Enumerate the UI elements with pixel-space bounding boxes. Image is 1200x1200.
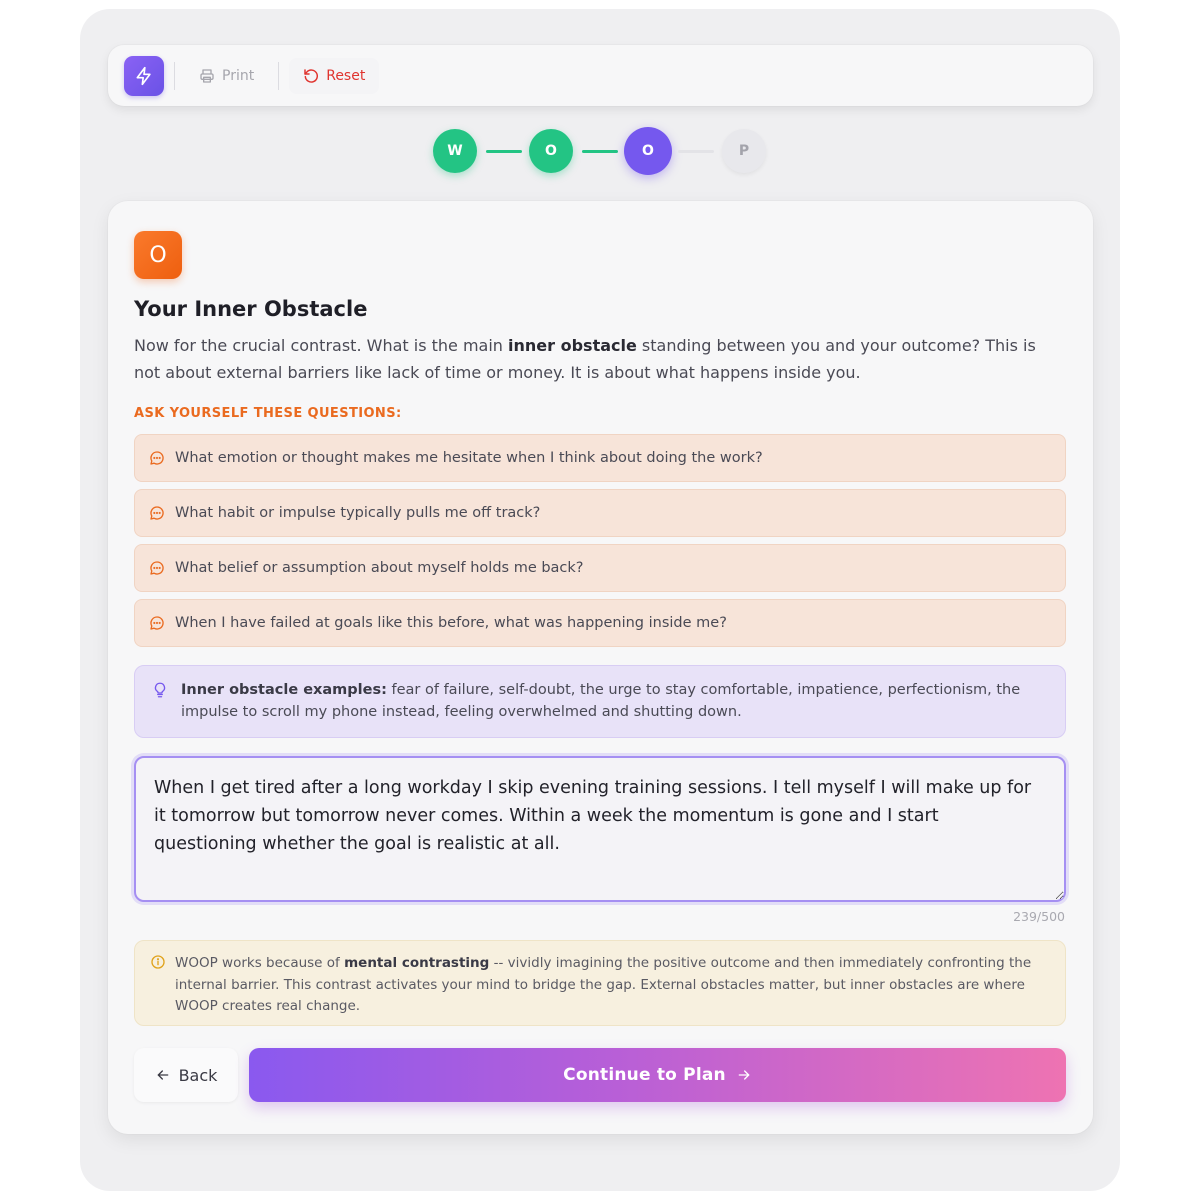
info-box: WOOP works because of mental contrasting… — [134, 940, 1066, 1026]
toolbar-divider — [278, 61, 280, 90]
obstacle-textarea[interactable]: When I get tired after a long workday I … — [134, 756, 1066, 902]
message-bubble-icon — [150, 451, 164, 465]
progress-stepper: W O O P — [0, 127, 1200, 175]
step-outcome[interactable]: O — [529, 129, 573, 173]
step-connector — [678, 150, 714, 153]
page-title: Your Inner Obstacle — [134, 297, 368, 321]
obstacle-card: O Your Inner Obstacle Now for the crucia… — [108, 201, 1093, 1134]
question-item: What emotion or thought makes me hesitat… — [134, 434, 1066, 482]
question-item: What belief or assumption about myself h… — [134, 544, 1066, 592]
rotate-ccw-icon — [304, 68, 319, 83]
toolbar: Print Reset — [108, 45, 1093, 106]
step-wish[interactable]: W — [433, 129, 477, 173]
examples-box: Inner obstacle examples: fear of failure… — [134, 665, 1066, 738]
continue-button[interactable]: Continue to Plan — [249, 1048, 1066, 1102]
message-bubble-icon — [150, 506, 164, 520]
lightning-icon — [136, 66, 151, 85]
brand-button[interactable] — [124, 55, 164, 96]
arrow-left-icon — [157, 1070, 168, 1080]
character-counter: 239/500 — [1013, 909, 1065, 924]
message-bubble-icon — [150, 561, 164, 575]
back-button[interactable]: Back — [134, 1048, 238, 1102]
print-label: Print — [222, 67, 255, 84]
print-button[interactable]: Print — [185, 58, 268, 94]
question-item: What habit or impulse typically pulls me… — [134, 489, 1066, 537]
lightbulb-icon — [154, 682, 166, 698]
questions-heading: ASK YOURSELF THESE QUESTIONS: — [134, 406, 402, 421]
toolbar-divider — [174, 61, 175, 90]
step-connector — [486, 150, 522, 153]
printer-icon — [200, 68, 214, 83]
reset-label: Reset — [326, 67, 366, 84]
message-bubble-icon — [150, 616, 164, 630]
intro-text: Now for the crucial contrast. What is th… — [134, 336, 1036, 382]
info-circle-icon — [151, 955, 165, 969]
reset-button[interactable]: Reset — [289, 57, 380, 94]
question-item: When I have failed at goals like this be… — [134, 599, 1066, 647]
step-plan[interactable]: P — [722, 129, 766, 173]
arrow-right-icon — [738, 1070, 750, 1080]
step-obstacle[interactable]: O — [624, 127, 672, 175]
obstacle-badge: O — [134, 231, 182, 279]
step-connector — [582, 150, 618, 153]
